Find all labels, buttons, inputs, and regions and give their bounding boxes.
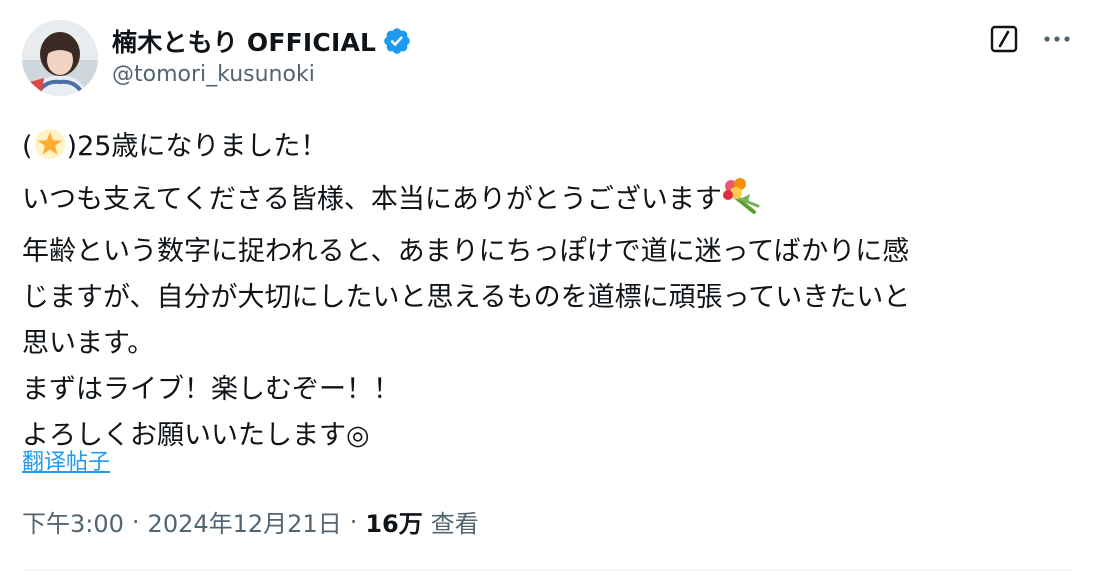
divider xyxy=(22,570,1073,571)
views-count[interactable]: 16万 xyxy=(365,504,422,539)
meta-separator: · xyxy=(131,507,140,536)
verified-badge-icon[interactable] xyxy=(382,26,412,56)
star-emoji-icon xyxy=(33,127,67,176)
tweet-text: ()25歳になりました！ いつも支えてくださる皆様、本当にありがとうございます … xyxy=(22,124,1072,459)
tweet-line: 年齢という数字に捉われると、あまりにちっぽけで道に迷ってばかりに感 xyxy=(22,236,910,267)
more-options-icon[interactable] xyxy=(1041,24,1073,54)
tweet-line-rest: )25歳になりました！ xyxy=(66,131,328,162)
translate-post-link[interactable]: 翻译帖子 xyxy=(22,444,110,476)
tweet-line: ( )25歳になりました！ xyxy=(22,124,1072,176)
tweet-time[interactable]: 下午3:00 xyxy=(22,504,124,539)
tweet-date[interactable]: 2024年12月21日 xyxy=(148,504,342,539)
tweet-line-open: ( xyxy=(22,131,33,162)
display-name[interactable]: 楠木ともり OFFICIAL xyxy=(112,23,376,59)
grok-icon[interactable] xyxy=(989,24,1019,54)
bouquet-emoji-icon xyxy=(722,176,762,229)
tweet-line: 思います。 xyxy=(22,328,155,359)
tweet-line: じますが、自分が大切にしたいと思えるものを道標に頑張っていきたいと xyxy=(22,282,911,313)
author-handle[interactable]: @tomori_kusunoki xyxy=(112,62,412,87)
avatar[interactable] xyxy=(22,20,98,96)
views-label: 查看 xyxy=(430,510,479,538)
tweet-actions xyxy=(989,24,1073,54)
tweet-line-text: いつも支えてくださる皆様、本当にありがとうございます xyxy=(22,184,722,215)
tweet-meta: 下午3:00 · 2024年12月21日 · 16万 查看 xyxy=(22,504,479,539)
tweet-line: よろしくお願いいたします◎ xyxy=(22,420,370,451)
display-name-row: 楠木ともり OFFICIAL xyxy=(112,24,412,58)
tweet-header: 楠木ともり OFFICIAL @tomori_kusunoki xyxy=(22,20,1073,100)
tweet-line: いつも支えてくださる皆様、本当にありがとうございます xyxy=(22,176,1072,229)
author-names: 楠木ともり OFFICIAL @tomori_kusunoki xyxy=(112,24,412,87)
tweet-line: まずはライブ！楽しむぞー！！ xyxy=(22,374,400,405)
meta-separator: · xyxy=(349,507,358,536)
